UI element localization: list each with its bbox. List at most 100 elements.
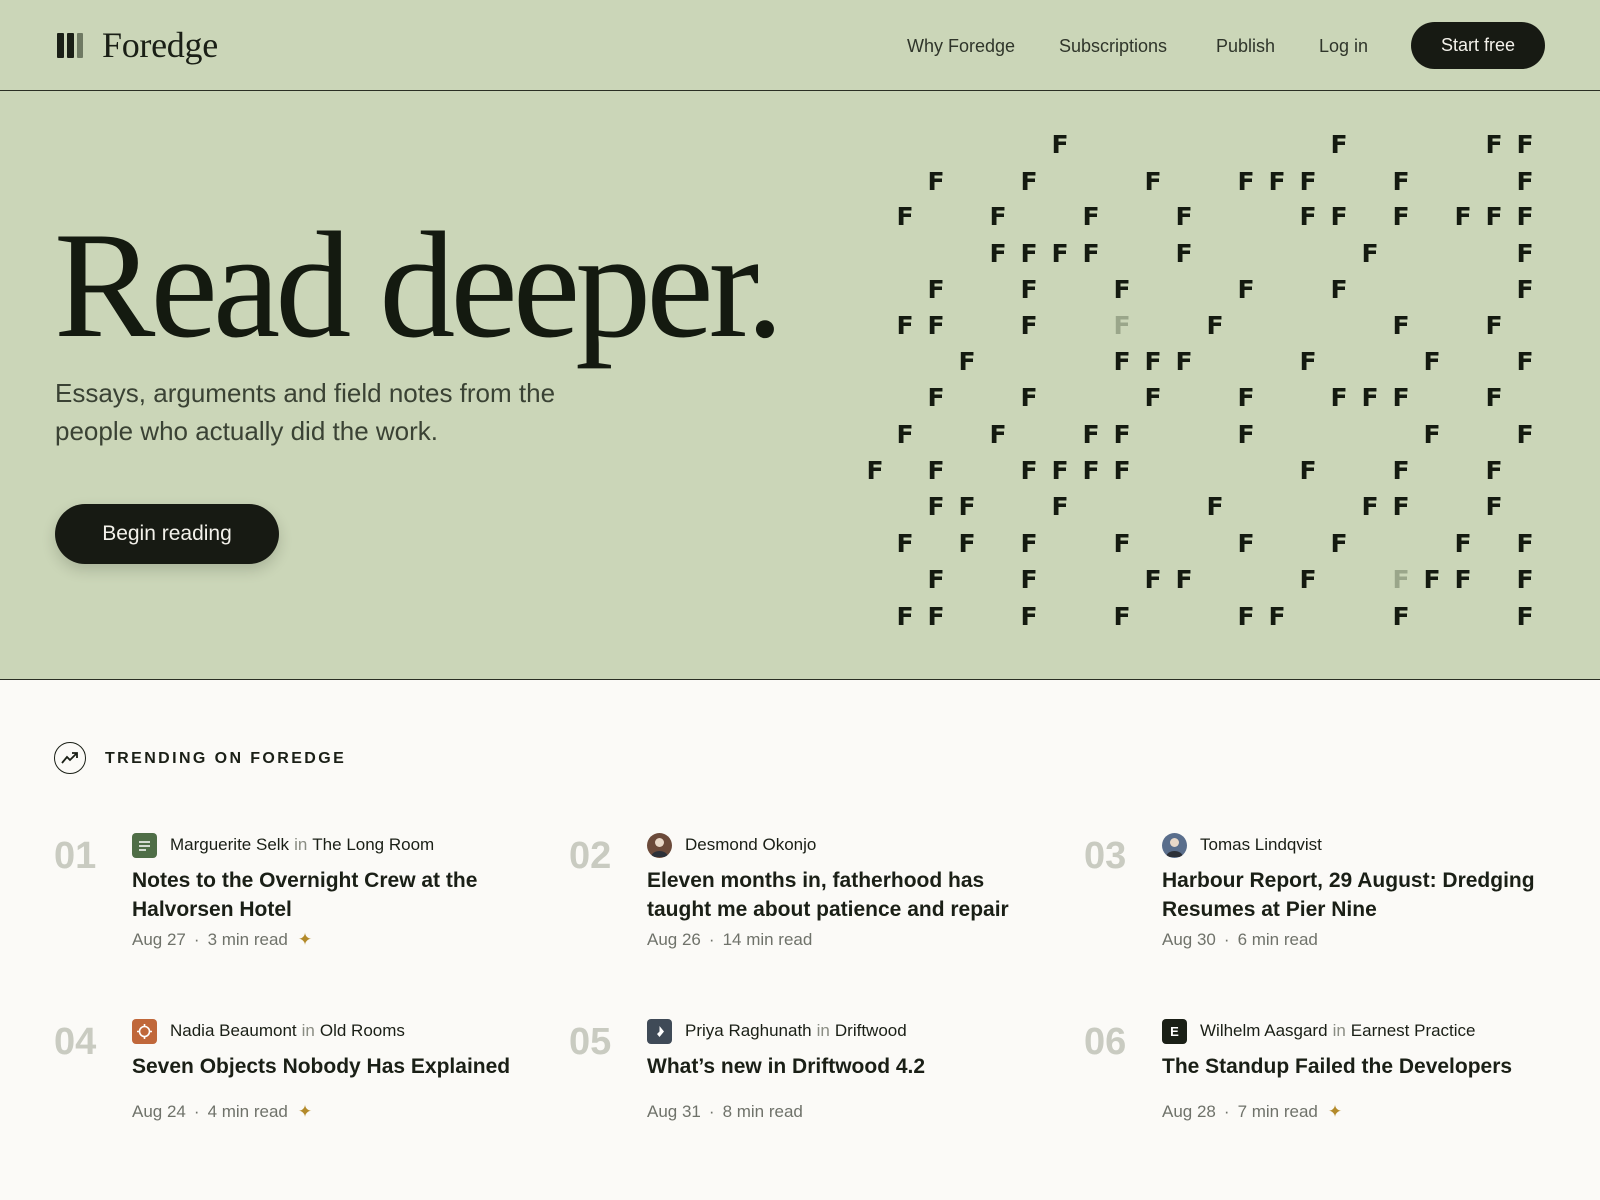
pattern-letter: F [1237, 167, 1255, 196]
article-date: Aug 31 [647, 1102, 701, 1121]
separator-dot: · [708, 930, 715, 949]
pattern-letter: F [1175, 202, 1193, 231]
pattern-letter: F [1516, 565, 1534, 594]
trending-article[interactable]: 02 Desmond Okonjo Eleven months in, father… [569, 832, 1049, 982]
in-label: in [816, 1021, 830, 1040]
nav-subscriptions[interactable]: Subscriptions [1059, 34, 1167, 58]
pattern-letter: F [1144, 347, 1162, 376]
trending-article[interactable]: 04 Nadia Beaumont in Old Rooms Seven Objects… [54, 1018, 534, 1168]
author-name[interactable]: Marguerite Selk [170, 835, 289, 855]
pattern-letter: F [1392, 492, 1410, 521]
publication-name[interactable]: Old Rooms [320, 1021, 405, 1041]
article-date: Aug 24 [132, 1102, 186, 1121]
article-date: Aug 28 [1162, 1102, 1216, 1121]
pattern-letter: F [896, 311, 914, 340]
article-meta: Aug 24 · 4 min read ✦ [132, 1101, 312, 1123]
pattern-letter: F [1423, 420, 1441, 449]
author-name[interactable]: Tomas Lindqvist [1200, 835, 1322, 855]
pattern-letter: F [1113, 420, 1131, 449]
pattern-letter: F [1423, 565, 1441, 594]
article-rank: 04 [54, 1021, 97, 1063]
article-meta: Aug 27 · 3 min read ✦ [132, 929, 312, 951]
publication-name[interactable]: Earnest Practice [1351, 1021, 1476, 1041]
pattern-letter: F [927, 167, 945, 196]
article-title[interactable]: The Standup Failed the Developers [1162, 1052, 1562, 1081]
author-name[interactable]: Priya Raghunath [685, 1021, 812, 1041]
trending-article[interactable]: 06 E Wilhelm Aasgard in Earnest Practice The … [1084, 1018, 1564, 1168]
pattern-letter: F [1392, 202, 1410, 231]
article-title[interactable]: Notes to the Overnight Crew at the Halvo… [132, 866, 532, 924]
pattern-letter: F [1361, 239, 1379, 268]
pattern-letter: F [896, 602, 914, 631]
pattern-letter: F [927, 565, 945, 594]
hero-section: FFFFFFFFFFFFFFFFFFFFFFFFFFFFFFFFFFFFFFFF… [0, 91, 1600, 680]
author-row: Desmond Okonjo [647, 832, 816, 858]
article-meta: Aug 26 · 14 min read [647, 929, 812, 951]
pattern-letter: F [1082, 202, 1100, 231]
pattern-letter: F [1516, 275, 1534, 304]
pattern-letter: F [1082, 239, 1100, 268]
logo-icon[interactable] [57, 33, 83, 58]
pattern-letter: F [1392, 456, 1410, 485]
article-rank: 06 [1084, 1021, 1127, 1063]
pattern-letter: F [1299, 202, 1317, 231]
pattern-letter: F [927, 275, 945, 304]
publication-name[interactable]: The Long Room [312, 835, 434, 855]
member-star-icon: ✦ [297, 930, 313, 949]
pattern-letter: F [1113, 456, 1131, 485]
pattern-letter: F [1423, 347, 1441, 376]
pattern-letter: F [1330, 383, 1348, 412]
nav-publish[interactable]: Publish [1216, 34, 1275, 58]
pattern-letter: F [1330, 202, 1348, 231]
trending-article[interactable]: 03 Tomas Lindqvist Harbour Report, 29 Augu… [1084, 832, 1564, 982]
diamond-icon [647, 1018, 672, 1044]
pattern-letter: F [1516, 420, 1534, 449]
brand-logo[interactable]: Foredge [102, 24, 218, 66]
article-title[interactable]: Seven Objects Nobody Has Explained [132, 1052, 532, 1081]
author-name[interactable]: Wilhelm Aasgard [1200, 1021, 1328, 1041]
pattern-letter: F [1299, 565, 1317, 594]
begin-reading-button[interactable]: Begin reading [55, 504, 279, 564]
start-free-button[interactable]: Start free [1411, 22, 1545, 69]
pattern-letter: F [958, 492, 976, 521]
hero-subtitle: Essays, arguments and field notes from t… [55, 378, 556, 446]
pattern-letter: F [1299, 456, 1317, 485]
pattern-letter: F [927, 311, 945, 340]
nav-log-in[interactable]: Log in [1319, 34, 1368, 58]
article-rank: 02 [569, 835, 612, 877]
pattern-letter: F [989, 420, 1007, 449]
trending-article[interactable]: 01 Marguerite Selk in The Long Room Notes to… [54, 832, 534, 982]
pattern-letter: F [1051, 239, 1069, 268]
article-title[interactable]: Harbour Report, 29 August: Dredging Resu… [1162, 866, 1562, 924]
pattern-letter: F [958, 529, 976, 558]
trending-article[interactable]: 05 Priya Raghunath in Driftwood What’s new i… [569, 1018, 1049, 1168]
pattern-letter: F [1020, 167, 1038, 196]
member-star-icon: ✦ [297, 1102, 313, 1121]
trending-icon [54, 742, 86, 774]
publication-name[interactable]: Driftwood [835, 1021, 907, 1041]
pattern-letter: F [1392, 167, 1410, 196]
pattern-letter: F [1330, 529, 1348, 558]
pattern-letter: F [1485, 202, 1503, 231]
pattern-letter: F [896, 420, 914, 449]
author-name[interactable]: Desmond Okonjo [685, 835, 816, 855]
nav-why-foredge[interactable]: Why Foredge [907, 34, 1015, 58]
site-header: Foredge Why Foredge Subscriptions Publis… [0, 0, 1600, 91]
read-time: 6 min read [1237, 930, 1318, 949]
article-meta: Aug 31 · 8 min read [647, 1101, 803, 1123]
pattern-letter: F [1392, 383, 1410, 412]
pattern-letter: F [1516, 347, 1534, 376]
read-time: 4 min read [207, 1102, 288, 1121]
author-row: Nadia Beaumont in Old Rooms [132, 1018, 405, 1044]
article-title[interactable]: What’s new in Driftwood 4.2 [647, 1052, 1047, 1081]
document-icon [132, 832, 157, 858]
pattern-letter: F [927, 383, 945, 412]
read-time: 7 min read [1237, 1102, 1318, 1121]
separator-dot: · [193, 1102, 200, 1121]
pattern-letter: F [1082, 456, 1100, 485]
article-date: Aug 27 [132, 930, 186, 949]
pattern-letter: F [1361, 492, 1379, 521]
pattern-letter: F [1392, 602, 1410, 631]
article-title[interactable]: Eleven months in, fatherhood has taught … [647, 866, 1047, 924]
author-name[interactable]: Nadia Beaumont [170, 1021, 297, 1041]
